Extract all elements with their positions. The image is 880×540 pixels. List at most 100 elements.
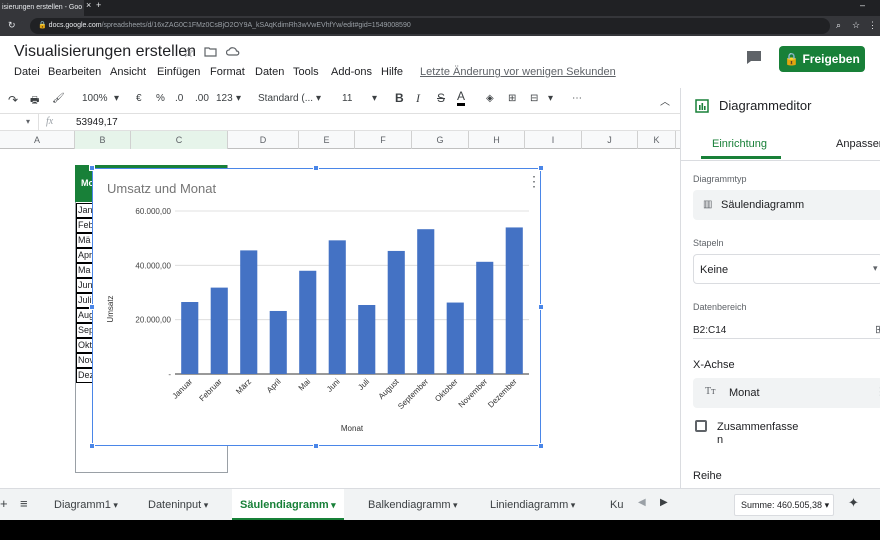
sheet-tab-3[interactable]: Säulendiagramm ▾	[232, 489, 344, 521]
aggregate-checkbox[interactable]	[695, 420, 707, 432]
resize-handle[interactable]	[313, 165, 319, 171]
resize-handle[interactable]	[538, 304, 544, 310]
all-sheets-icon[interactable]: ≡	[20, 496, 28, 511]
column-header-c[interactable]: C	[131, 131, 228, 149]
star-icon[interactable]: ☆	[852, 20, 860, 31]
explore-icon[interactable]: ✦	[848, 495, 859, 511]
bar-februar[interactable]	[210, 287, 228, 374]
add-sheet-icon[interactable]: +	[0, 496, 8, 511]
increase-decimal-button[interactable]: .00	[195, 93, 209, 104]
more-formats-button[interactable]: 123	[216, 93, 233, 104]
column-header-h[interactable]: H	[469, 131, 525, 149]
bar-oktober[interactable]	[446, 302, 464, 374]
resize-handle[interactable]	[89, 304, 95, 310]
italic-button[interactable]: I	[416, 91, 420, 106]
bar-august[interactable]	[387, 250, 405, 374]
collapse-icon[interactable]: ︿	[660, 93, 670, 108]
x-tick-label: Juli	[356, 377, 371, 392]
scroll-left-icon[interactable]: ◀	[638, 497, 646, 508]
sheet-tab-2[interactable]: Dateninput ▾	[148, 489, 208, 521]
menu-add-ons[interactable]: Add-ons	[331, 66, 372, 78]
resize-handle[interactable]	[89, 165, 95, 171]
paint-format-icon[interactable]: 🖌	[52, 93, 65, 104]
sum-indicator[interactable]: Summe: 460.505,38 ▾	[734, 494, 834, 516]
bar-märz[interactable]	[240, 250, 258, 374]
borders-icon[interactable]: ⊞	[508, 93, 516, 104]
last-edit-link[interactable]: Letzte Änderung vor wenigen Sekunden	[420, 66, 616, 78]
menu-einfügen[interactable]: Einfügen	[157, 66, 200, 78]
menu-tools[interactable]: Tools	[293, 66, 319, 78]
menu-ansicht[interactable]: Ansicht	[110, 66, 146, 78]
bar-dezember[interactable]	[505, 227, 523, 374]
tab-customize[interactable]: Anpassen	[836, 138, 880, 150]
column-header-d[interactable]: D	[228, 131, 299, 149]
bold-button[interactable]: B	[395, 91, 404, 105]
fill-color-icon[interactable]: ◈	[486, 93, 494, 104]
x-tick-label: Juni	[325, 377, 342, 394]
resize-handle[interactable]	[538, 165, 544, 171]
chart-container[interactable]: Umsatz und Monat ⋮ -20.000,00 40.000,00 60…	[92, 168, 541, 446]
more-options-icon[interactable]: ⋮	[875, 385, 880, 398]
bar-juli[interactable]	[358, 304, 376, 374]
column-header-i[interactable]: I	[525, 131, 582, 149]
resize-handle[interactable]	[89, 443, 95, 449]
browser-tab[interactable]: isierungen erstellen - Goo	[0, 0, 84, 16]
column-header-k[interactable]: K	[638, 131, 676, 149]
percent-button[interactable]: %	[156, 93, 165, 104]
menu-daten[interactable]: Daten	[255, 66, 284, 78]
url-field[interactable]: 🔒 docs.google.com/spreadsheets/d/16xZAG0…	[30, 18, 830, 34]
menu-datei[interactable]: Datei	[14, 66, 40, 78]
resize-handle[interactable]	[313, 443, 319, 449]
font-select[interactable]: Standard (...	[258, 93, 313, 104]
sheet-tab-1[interactable]: Diagramm1 ▾	[54, 489, 118, 521]
column-header-f[interactable]: F	[355, 131, 412, 149]
comments-icon[interactable]	[746, 50, 762, 65]
bar-juni[interactable]	[328, 240, 346, 374]
bar-april[interactable]	[269, 310, 287, 374]
stack-select[interactable]: Keine	[693, 254, 880, 284]
resize-handle[interactable]	[538, 443, 544, 449]
column-header-g[interactable]: G	[412, 131, 469, 149]
search-icon[interactable]: ⌕	[836, 20, 841, 31]
column-header-b[interactable]: B	[75, 131, 131, 149]
close-tab-icon[interactable]: ×	[86, 0, 96, 10]
menu-hilfe[interactable]: Hilfe	[381, 66, 403, 78]
tab-setup[interactable]: Einrichtung	[712, 138, 767, 150]
merge-cells-icon[interactable]: ⊟	[530, 93, 538, 104]
formula-input[interactable]: 53949,17	[76, 117, 118, 128]
star-icon[interactable]: ☆	[182, 44, 195, 61]
column-header-j[interactable]: J	[582, 131, 638, 149]
font-size-select[interactable]: 11	[342, 93, 352, 104]
bar-januar[interactable]	[181, 302, 199, 374]
bar-september[interactable]	[417, 229, 435, 374]
reload-icon[interactable]: ↻	[8, 20, 16, 31]
currency-button[interactable]: €	[136, 93, 142, 104]
chart-type-select[interactable]: Säulendiagramm	[693, 190, 880, 220]
menu-bearbeiten[interactable]: Bearbeiten	[48, 66, 101, 78]
share-button[interactable]: 🔒 Freigeben	[779, 46, 865, 72]
sheet-tab-6[interactable]: Ku	[610, 489, 623, 521]
sheet-tab-4[interactable]: Balkendiagramm ▾	[368, 489, 458, 521]
zoom-select[interactable]: 100%	[82, 93, 108, 104]
xaxis-chip[interactable]: Monat	[693, 378, 880, 408]
menu-format[interactable]: Format	[210, 66, 245, 78]
bar-november[interactable]	[476, 261, 494, 374]
sheet-tab-5[interactable]: Liniendiagramm ▾	[490, 489, 575, 521]
move-folder-icon[interactable]	[204, 46, 217, 57]
column-header-a[interactable]: A	[0, 131, 75, 149]
new-tab-icon[interactable]: +	[96, 0, 101, 10]
grid-select-icon[interactable]: ⊞	[875, 323, 880, 336]
redo-icon[interactable]: ↷	[8, 93, 18, 107]
scroll-right-icon[interactable]: ▶	[660, 497, 668, 508]
more-icon[interactable]: ⋯	[572, 93, 582, 104]
decrease-decimal-button[interactable]: .0	[175, 93, 183, 104]
strikethrough-button[interactable]: S	[437, 91, 445, 105]
range-input[interactable]: B2:C14	[693, 325, 726, 336]
menu-dots-icon[interactable]: ⋮	[868, 20, 877, 31]
bar-mai[interactable]	[299, 270, 317, 374]
minimize-icon[interactable]: –	[860, 0, 865, 10]
text-color-button[interactable]: A	[457, 90, 466, 106]
print-icon[interactable]: 🖶	[30, 93, 39, 110]
document-title[interactable]: Visualisierungen erstellen	[14, 43, 196, 61]
column-header-e[interactable]: E	[299, 131, 355, 149]
